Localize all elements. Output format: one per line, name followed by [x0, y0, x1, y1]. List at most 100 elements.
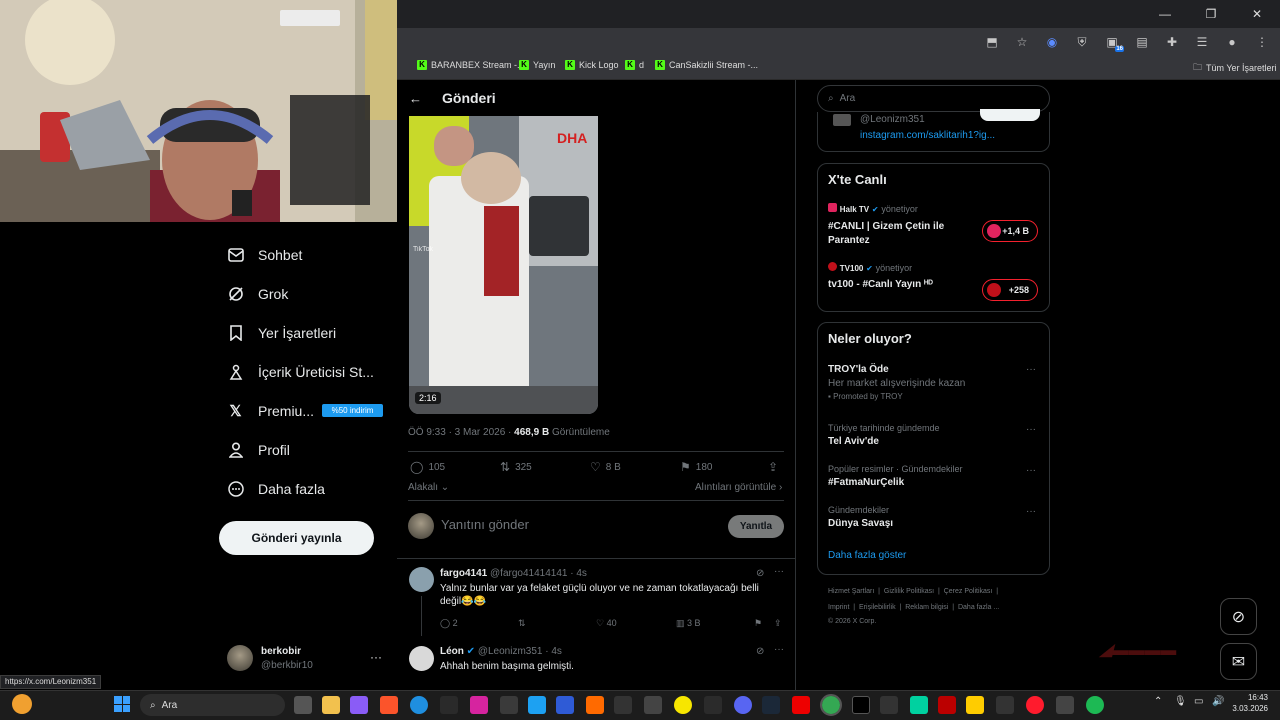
brave-icon[interactable] — [380, 696, 398, 714]
more-options-icon[interactable]: ··· — [774, 566, 784, 577]
live-count[interactable]: +1,4 B — [982, 220, 1038, 242]
footer-link[interactable]: Çerez Politikası — [944, 588, 993, 595]
post-button[interactable]: Gönderi yayınla — [219, 521, 374, 555]
start-icon[interactable] — [114, 696, 130, 712]
steam-icon[interactable] — [762, 696, 780, 714]
bookmark-action[interactable]: ⚑ 180 — [680, 460, 712, 474]
post-video[interactable]: DHA TikTok 2:16 — [409, 116, 598, 414]
opera-icon[interactable] — [1026, 696, 1044, 714]
reply-input[interactable]: Yanıtını gönder — [441, 517, 529, 532]
tray-chevron-icon[interactable]: ⌃ — [1154, 696, 1162, 707]
app-icon[interactable] — [500, 696, 518, 714]
repost-action[interactable]: ⇅ 325 — [500, 460, 532, 474]
share-icon[interactable]: ⇪ — [774, 618, 782, 629]
extension-icon[interactable]: ◉ — [1042, 32, 1062, 52]
footer-link[interactable]: Erişilebilirlik — [859, 604, 896, 611]
menu-icon[interactable]: ⋮ — [1252, 32, 1272, 52]
show-more-link[interactable]: Daha fazla göster — [828, 550, 906, 561]
avatar[interactable] — [227, 645, 253, 671]
live-title-text[interactable]: #CANLI | Gizem Çetin ile Parantez — [828, 220, 978, 248]
puzzle-icon[interactable]: ✚ — [1162, 32, 1182, 52]
like-action[interactable]: ♡ 8 B — [590, 460, 621, 474]
spotify-icon[interactable] — [1086, 696, 1104, 714]
sidebar-item-chat[interactable]: Sohbet — [227, 246, 302, 263]
more-options-icon[interactable]: ··· — [774, 644, 784, 655]
app-icon[interactable] — [586, 696, 604, 714]
volume-icon[interactable]: 🔊 — [1212, 696, 1224, 707]
share-icon[interactable]: ⇪ — [768, 460, 778, 474]
reply-action[interactable]: ◯ 2 — [440, 618, 458, 629]
snapchat-icon[interactable] — [674, 696, 692, 714]
account-more-icon[interactable]: ··· — [370, 650, 382, 664]
sidebar-item-premium[interactable]: 𝕏 Premiu... — [227, 402, 314, 420]
task-view-icon[interactable] — [294, 696, 312, 714]
copilot-icon[interactable] — [350, 696, 368, 714]
search-input[interactable]: ⌕ Ara — [817, 85, 1050, 112]
trend-item[interactable]: Popüler resimler · Gündemdekiler #FatmaN… — [828, 464, 963, 488]
bookmark-item[interactable]: K BARANBEX Stream -... — [417, 60, 525, 70]
trend-item[interactable]: Türkiye tarihinde gündemde Tel Aviv'de — [828, 423, 940, 447]
bookmark-item[interactable]: K CanSakizlii Stream -... — [655, 60, 758, 70]
reading-list-icon[interactable]: ☰ — [1192, 32, 1212, 52]
shield-icon[interactable]: ⛨ — [1072, 32, 1092, 52]
live-item[interactable]: Halk TV ✔ yönetiyor — [828, 203, 918, 215]
live-title-text[interactable]: tv100 - #Canlı Yayın ᴴᴰ — [828, 279, 933, 290]
youtube-icon[interactable] — [792, 696, 810, 714]
bookmark-icon[interactable]: ⚑ — [754, 618, 762, 629]
widgets-icon[interactable] — [12, 694, 32, 714]
profile-avatar-icon[interactable]: ● — [1222, 32, 1242, 52]
sort-dropdown[interactable]: Alakalı ⌄ — [408, 482, 449, 493]
minimize-icon[interactable]: — — [1142, 0, 1188, 28]
sidebar-item-profile[interactable]: Profil — [227, 441, 290, 458]
footer-link[interactable]: Imprint — [828, 604, 849, 611]
app-icon[interactable] — [1056, 696, 1074, 714]
app-icon[interactable] — [996, 696, 1014, 714]
discord-icon[interactable] — [734, 696, 752, 714]
follow-button[interactable] — [980, 109, 1040, 121]
profile-link[interactable]: instagram.com/saklitarih1?ig... — [860, 130, 995, 141]
footer-link[interactable]: Hizmet Şartları — [828, 588, 874, 595]
more-options-icon[interactable]: ··· — [1026, 465, 1036, 476]
restore-icon[interactable]: ❐ — [1188, 0, 1234, 28]
instagram-icon[interactable] — [470, 696, 488, 714]
sidebar-item-bookmarks[interactable]: Yer İşaretleri — [227, 324, 336, 341]
taskbar-clock[interactable]: 16:43 3.03.2026 — [1232, 692, 1268, 714]
app-icon[interactable] — [614, 696, 632, 714]
bookmark-item[interactable]: K Yayın — [519, 60, 555, 70]
yandex-icon[interactable] — [966, 696, 984, 714]
grok-icon[interactable]: ⊘ — [756, 646, 764, 657]
twitter-icon[interactable] — [528, 696, 546, 714]
extension-badge-icon[interactable]: ▣ 16 — [1102, 32, 1124, 52]
repost-icon[interactable]: ⇅ — [518, 618, 526, 629]
more-options-icon[interactable]: ··· — [1026, 364, 1036, 375]
back-arrow-icon[interactable]: ← — [409, 91, 422, 106]
like-action[interactable]: ♡ 40 — [596, 618, 617, 629]
app-icon[interactable] — [938, 696, 956, 714]
close-icon[interactable]: ✕ — [1234, 0, 1280, 28]
reply-button[interactable]: Yanıtla — [728, 515, 784, 538]
footer-link[interactable]: Reklam bilgisi — [905, 604, 948, 611]
taskbar-search[interactable]: ⌕ Ara — [140, 694, 285, 716]
app-icon[interactable] — [556, 696, 574, 714]
bookmark-item[interactable]: Kd — [625, 60, 644, 70]
sidebar-item-grok[interactable]: Grok — [227, 285, 288, 302]
app-icon[interactable] — [880, 696, 898, 714]
avatar[interactable] — [409, 646, 434, 671]
app-icon[interactable] — [704, 696, 722, 714]
app-icon[interactable] — [910, 696, 928, 714]
network-icon[interactable]: ▭ — [1194, 696, 1203, 707]
sidebar-item-more[interactable]: Daha fazla — [227, 480, 325, 497]
view-quotes-link[interactable]: Alıntıları görüntüle › — [695, 482, 782, 493]
sidebar-item-creator-studio[interactable]: İçerik Üreticisi St... — [227, 363, 374, 380]
app-icon[interactable] — [440, 696, 458, 714]
chrome-icon[interactable] — [820, 694, 842, 716]
grok-icon[interactable]: ⊘ — [756, 568, 764, 579]
messages-fab-icon[interactable]: ✉ — [1220, 643, 1257, 680]
live-count[interactable]: +258 — [982, 279, 1038, 301]
tiktok-icon[interactable] — [852, 696, 870, 714]
tab-search-icon[interactable]: ▤ — [1132, 32, 1152, 52]
all-bookmarks[interactable]: 🗀 Tüm Yer İşaretleri — [1193, 60, 1277, 76]
edge-icon[interactable] — [410, 696, 428, 714]
trend-item[interactable]: Gündemdekiler Dünya Savaşı — [828, 505, 893, 529]
file-explorer-icon[interactable] — [322, 696, 340, 714]
